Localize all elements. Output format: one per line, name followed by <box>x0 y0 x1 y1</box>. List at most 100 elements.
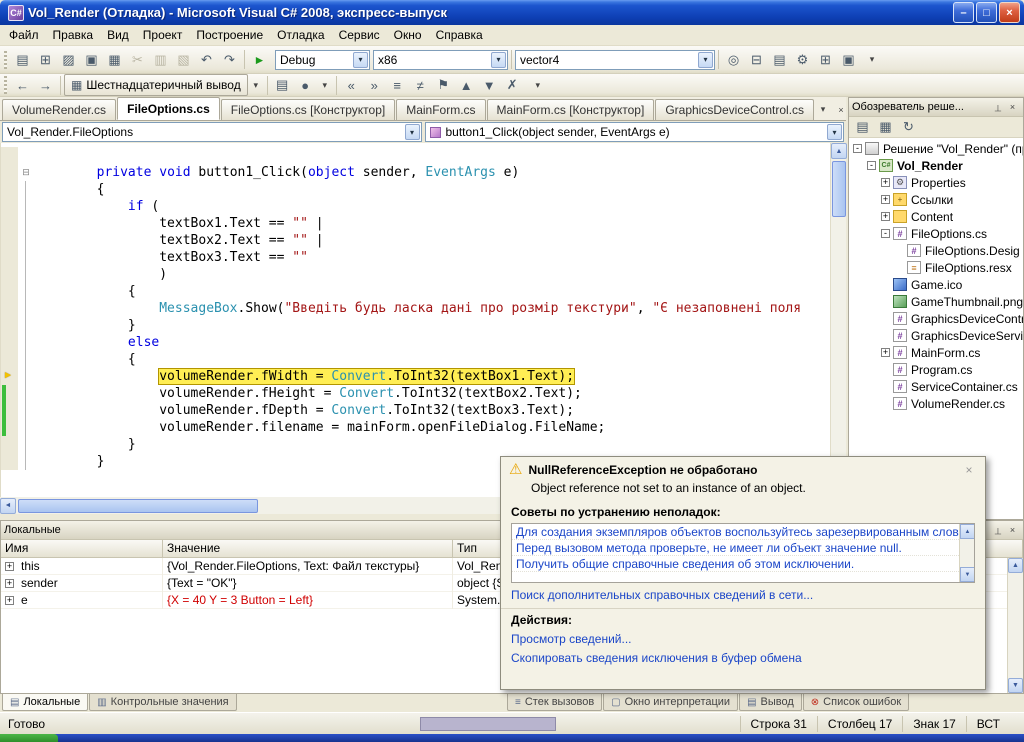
prev-bookmark-icon[interactable]: ▲ <box>455 74 478 96</box>
navigate-back-icon[interactable]: ← <box>11 74 34 96</box>
add-item-icon[interactable]: ⊞ <box>34 49 57 71</box>
gutter-cell[interactable] <box>1 334 18 351</box>
action-link-скопировать-сведения-исключения-в-буфер-обмена[interactable]: Скопировать сведения исключения в буфер … <box>501 648 985 667</box>
menu-item-проект[interactable]: Проект <box>136 26 190 44</box>
indent-increase-icon[interactable]: » <box>363 74 386 96</box>
find-in-files-icon[interactable]: ◎ <box>722 49 745 71</box>
tree-item-program-cs[interactable]: Program.cs <box>849 361 1023 378</box>
chevron-down-icon[interactable]: ▾ <box>491 52 506 68</box>
chevron-down-icon[interactable]: ▾ <box>698 52 713 68</box>
tree-expander-icon[interactable]: - <box>867 161 876 170</box>
menu-item-окно[interactable]: Окно <box>387 26 429 44</box>
gutter-cell[interactable] <box>1 317 18 334</box>
code-text[interactable]: MessageBox.Show("Введіть будь ласка дані… <box>34 300 801 317</box>
outline-cell[interactable] <box>18 351 34 368</box>
gutter-cell[interactable] <box>1 283 18 300</box>
tip-link[interactable]: Перед вызовом метода проверьте, не имеет… <box>512 540 959 556</box>
tip-link[interactable]: Получить общие справочные сведения об эт… <box>512 556 959 572</box>
tips-scrollbar[interactable]: ▲ ▼ <box>959 524 974 582</box>
doc-tab-mainform-cs[interactable]: MainForm.cs <box>396 99 485 120</box>
new-project-icon[interactable]: ▤ <box>11 49 34 71</box>
navigate-forward-icon[interactable]: → <box>34 74 57 96</box>
redo-icon[interactable]: ↷ <box>218 49 241 71</box>
tree-item-fileoptions-cs[interactable]: -FileOptions.cs <box>849 225 1023 242</box>
resize-grip[interactable] <box>1010 713 1024 734</box>
code-text[interactable]: { <box>34 283 136 300</box>
tree-expander-icon[interactable]: + <box>881 178 890 187</box>
locals-vertical-scrollbar[interactable]: ▲ ▼ <box>1007 558 1023 693</box>
code-text[interactable]: { <box>34 351 136 368</box>
indent-decrease-icon[interactable]: « <box>340 74 363 96</box>
outline-cell[interactable] <box>18 385 34 402</box>
object-browser-icon[interactable]: ⚙ <box>791 49 814 71</box>
action-link-просмотр-сведений[interactable]: Просмотр сведений... <box>501 629 985 648</box>
close-button[interactable]: × <box>999 2 1020 23</box>
tree-expander-icon[interactable]: + <box>881 348 890 357</box>
menu-item-построение[interactable]: Построение <box>189 26 270 44</box>
code-text[interactable]: else <box>34 334 159 351</box>
doc-tab-fileoptions-cs-конструктор[interactable]: FileOptions.cs [Конструктор] <box>221 99 395 120</box>
tree-item-volumerender-cs[interactable]: VolumeRender.cs <box>849 395 1023 412</box>
code-editor[interactable]: ⊟ private void button1_Click(object send… <box>0 143 830 497</box>
chevron-down-icon[interactable]: ▾ <box>353 52 368 68</box>
comment-icon[interactable]: ≡ <box>386 74 409 96</box>
code-text[interactable]: textBox3.Text == "" <box>34 249 308 266</box>
menu-item-отладка[interactable]: Отладка <box>270 26 331 44</box>
outline-cell[interactable] <box>18 436 34 453</box>
outline-cell[interactable] <box>18 283 34 300</box>
outline-cell[interactable] <box>18 368 34 385</box>
gutter-cell[interactable] <box>1 249 18 266</box>
tool-tab-локальные[interactable]: ▤Локальные <box>2 694 88 711</box>
platform-combo[interactable]: x86 ▾ <box>373 50 508 70</box>
scroll-up-icon[interactable]: ▲ <box>960 524 975 539</box>
maximize-button[interactable]: □ <box>976 2 997 23</box>
tool-tab-список-ошибок[interactable]: ⊗Список ошибок <box>803 694 909 711</box>
toolbar-grip[interactable] <box>4 76 7 94</box>
scrollbar-thumb[interactable] <box>18 499 258 513</box>
copy-icon[interactable]: ▥ <box>149 49 172 71</box>
scroll-up-icon[interactable]: ▲ <box>1008 558 1023 573</box>
gutter-cell[interactable] <box>1 368 18 385</box>
toggle-bookmark-icon[interactable]: ⚑ <box>432 74 455 96</box>
tree-expander-icon[interactable]: + <box>881 212 890 221</box>
doc-tab-graphicsdevicecontrol-cs[interactable]: GraphicsDeviceControl.cs <box>655 99 814 120</box>
code-text[interactable]: } <box>34 317 136 334</box>
code-text[interactable]: textBox2.Text == "" | <box>34 232 324 249</box>
extension-icon[interactable]: ▣ <box>837 49 860 71</box>
tree-item-content[interactable]: +Content <box>849 208 1023 225</box>
properties-page-icon[interactable]: ▤ <box>851 116 874 138</box>
solution-explorer-icon[interactable]: ⊟ <box>745 49 768 71</box>
code-text[interactable]: volumeRender.filename = mainForm.openFil… <box>34 419 605 436</box>
tool-tab-контрольные-значения[interactable]: ▥Контрольные значения <box>89 694 236 711</box>
gutter-cell[interactable] <box>1 232 18 249</box>
hexadecimal-display-button[interactable]: ▦ Шестнадцатеричный вывод <box>64 74 248 96</box>
tool-tab-окно-интерпретации[interactable]: ▢Окно интерпретации <box>603 694 738 711</box>
properties-window-icon[interactable]: ▤ <box>768 49 791 71</box>
tree-item-решение-vol-render-прое[interactable]: -Решение "Vol_Render" (прое <box>849 140 1023 157</box>
scroll-up-icon[interactable]: ▲ <box>831 143 847 159</box>
gutter-cell[interactable] <box>1 181 18 198</box>
code-text[interactable]: textBox1.Text == "" | <box>34 215 324 232</box>
search-online-link[interactable]: Поиск дополнительных справочных сведений… <box>501 585 985 604</box>
breakpoints-window-icon[interactable]: ● <box>294 74 317 96</box>
start-button-fragment[interactable] <box>0 734 58 742</box>
save-icon[interactable]: ▣ <box>80 49 103 71</box>
scrollbar-thumb[interactable] <box>832 161 846 217</box>
code-text[interactable]: volumeRender.fHeight = Convert.ToInt32(t… <box>34 385 582 402</box>
toolbar-overflow-icon[interactable]: ▾ <box>530 78 546 93</box>
gutter-cell[interactable] <box>1 198 18 215</box>
menu-item-справка[interactable]: Справка <box>429 26 490 44</box>
scroll-down-icon[interactable]: ▼ <box>1008 678 1023 693</box>
solution-explorer-header[interactable]: Обозреватель реше... ⊤ × <box>849 98 1023 117</box>
chevron-down-icon[interactable]: ▾ <box>827 124 842 140</box>
code-text[interactable]: if ( <box>34 198 159 215</box>
uncomment-icon[interactable]: ≠ <box>409 74 432 96</box>
scroll-down-icon[interactable]: ▼ <box>960 567 975 582</box>
tree-item-fileoptions-resx[interactable]: FileOptions.resx <box>849 259 1023 276</box>
code-text[interactable]: } <box>34 453 104 470</box>
code-text[interactable]: private void button1_Click(object sender… <box>34 164 519 181</box>
gutter-cell[interactable] <box>1 402 18 419</box>
close-panel-icon[interactable]: × <box>1005 523 1020 537</box>
next-bookmark-icon[interactable]: ▼ <box>478 74 501 96</box>
scroll-left-icon[interactable]: ◄ <box>0 498 16 514</box>
